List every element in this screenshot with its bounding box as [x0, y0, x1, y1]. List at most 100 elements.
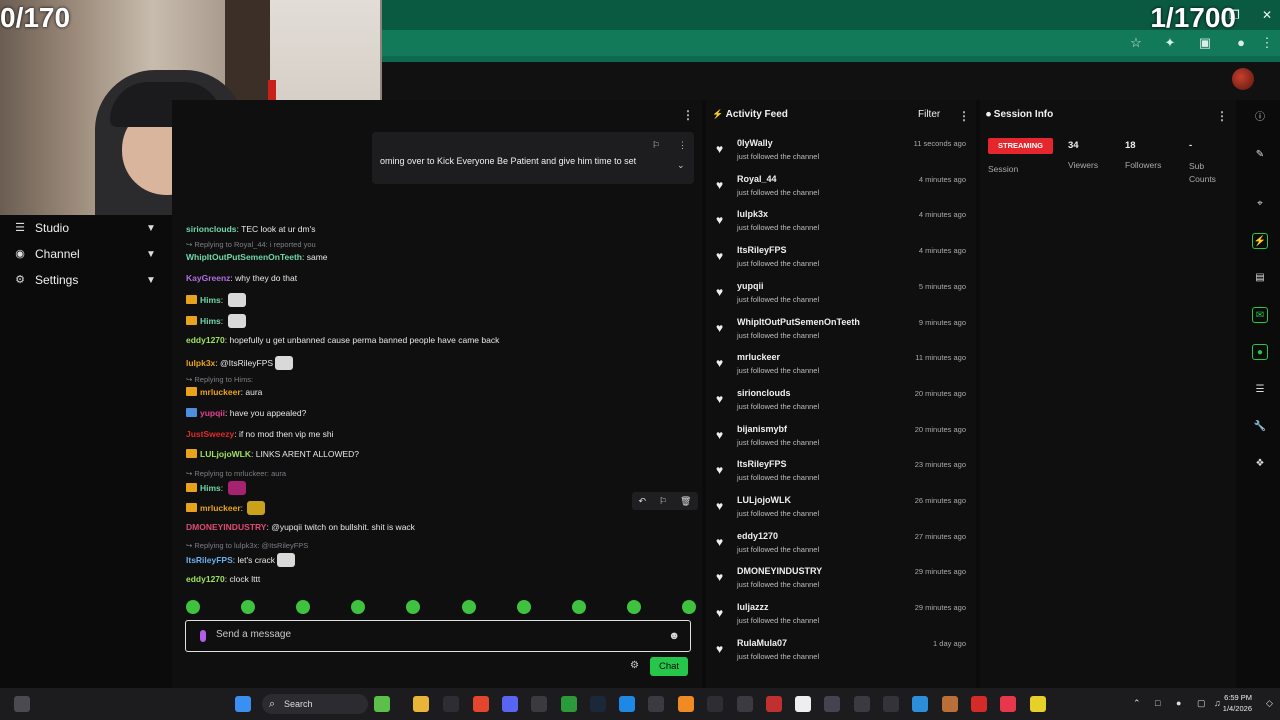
chat-username[interactable]: DMONEYINDUSTRY — [186, 522, 266, 532]
chat-message[interactable]: DMONEYINDUSTRY: @yupqii twitch on bullsh… — [186, 522, 415, 532]
chat-message[interactable]: ItsRileyFPS: let's crack — [186, 553, 296, 567]
activity-feed-item[interactable]: ♥ yupqii just followed the channel 5 minute… — [716, 281, 972, 315]
activity-feed-item[interactable]: ♥ luljazzz just followed the channel 29 min… — [716, 602, 972, 636]
filter-button[interactable]: Filter — [918, 109, 940, 120]
emote-icon[interactable] — [571, 600, 586, 614]
session-menu-icon[interactable]: ⋮ — [1216, 109, 1228, 123]
chat-input-box[interactable]: ☻ — [185, 620, 691, 652]
app-red-dot-icon[interactable] — [766, 696, 782, 712]
chat-username[interactable]: Hims — [200, 316, 221, 326]
xbox-icon[interactable] — [561, 696, 577, 712]
chat-message[interactable]: lulpk3x: @ItsRileyFPS — [186, 356, 294, 370]
feed-username[interactable]: ItsRileyFPS — [737, 245, 787, 255]
weather-widget-icon[interactable] — [14, 696, 30, 712]
chat-username[interactable]: mrluckeer — [200, 503, 241, 513]
app-brown-icon[interactable] — [942, 696, 958, 712]
app-pen-icon[interactable] — [707, 696, 723, 712]
chat-message[interactable]: WhipItOutPutSemenOnTeeth: same — [186, 252, 328, 262]
address-bar[interactable] — [380, 30, 1280, 56]
chat-message[interactable]: eddy1270: clock lttt — [186, 574, 260, 584]
chat-username[interactable]: lulpk3x — [186, 358, 215, 368]
reply-icon[interactable]: ↶ — [638, 496, 646, 507]
activity-feed-item[interactable]: ♥ ItsRileyFPS just followed the channel 23 … — [716, 459, 972, 493]
taskbar-clock[interactable]: 6:59 PM 1/4/2026 — [1223, 692, 1252, 714]
widgets-icon[interactable] — [374, 696, 390, 712]
chat-username[interactable]: ItsRileyFPS — [186, 555, 233, 565]
emote-icon[interactable] — [406, 600, 421, 614]
chat-message[interactable]: sirionclouds: TEC look at ur dm's — [186, 224, 316, 234]
feed-username[interactable]: eddy1270 — [737, 531, 778, 541]
delete-icon[interactable]: 🗑 — [680, 496, 691, 507]
chat-message[interactable]: LULjojoWLK: LINKS ARENT ALLOWED? — [186, 449, 359, 459]
pinned-message[interactable]: ⚐ ⋮ oming over to Kick Everyone Be Patie… — [372, 132, 694, 184]
chat-username[interactable]: Hims — [200, 295, 221, 305]
emote-icon[interactable] — [461, 600, 476, 614]
app-ak-icon[interactable] — [854, 696, 870, 712]
chat-message[interactable]: yupqii: have you appealed? — [186, 408, 306, 418]
feed-username[interactable]: Royal_44 — [737, 174, 777, 184]
emote-icon[interactable] — [351, 600, 366, 614]
display-tray-icon[interactable]: ▢ — [1197, 698, 1206, 709]
pencil-icon[interactable]: ✎ — [1252, 147, 1268, 163]
app-white-icon[interactable] — [795, 696, 811, 712]
activity-feed-item[interactable]: ♥ sirionclouds just followed the channel 20… — [716, 388, 972, 422]
chat-username[interactable]: LULjojoWLK — [200, 449, 251, 459]
chevron-down-icon[interactable]: ⌄ — [677, 160, 685, 171]
extensions-icon[interactable]: ✦ — [1161, 34, 1179, 52]
emote-icon[interactable] — [296, 600, 311, 614]
pin-icon[interactable]: ⚐ — [652, 140, 660, 151]
app-yellow-icon[interactable] — [1030, 696, 1046, 712]
clipboard-icon[interactable]: ▤ — [1252, 270, 1268, 286]
activity-feed-item[interactable]: ♥ DMONEYINDUSTRY just followed the channel… — [716, 566, 972, 600]
feed-username[interactable]: yupqii — [737, 281, 764, 291]
store-icon[interactable] — [443, 696, 459, 712]
chat-username[interactable]: eddy1270 — [186, 574, 225, 584]
feed-username[interactable]: mrluckeer — [737, 352, 780, 362]
feed-username[interactable]: ItsRileyFPS — [737, 459, 787, 469]
feed-username[interactable]: bijanismybf — [737, 424, 787, 434]
activity-bolt-icon[interactable]: ⚡ — [1252, 233, 1268, 249]
chat-username[interactable]: WhipItOutPutSemenOnTeeth — [186, 252, 302, 262]
chrome-icon[interactable] — [473, 696, 489, 712]
activity-feed-item[interactable]: ♥ Royal_44 just followed the channel 4 minu… — [716, 174, 972, 208]
epic-games-icon[interactable] — [531, 696, 547, 712]
activity-feed-item[interactable]: ♥ RulaMula07 just followed the channel 1 da… — [716, 638, 972, 672]
user-avatar[interactable] — [1232, 68, 1254, 90]
feed-username[interactable]: sirionclouds — [737, 388, 791, 398]
file-explorer-icon[interactable] — [413, 696, 429, 712]
chat-message[interactable]: mrluckeer: — [186, 501, 266, 515]
pinned-menu-icon[interactable]: ⋮ — [678, 140, 687, 151]
steam-icon[interactable] — [590, 696, 606, 712]
feed-username[interactable]: luljazzz — [737, 602, 769, 612]
activity-feed-item[interactable]: ♥ 0lyWally just followed the channel 11 sec… — [716, 138, 972, 172]
emote-icon[interactable] — [681, 600, 696, 614]
emote-icon[interactable] — [516, 600, 531, 614]
chat-send-button[interactable]: Chat — [650, 657, 688, 676]
feed-username[interactable]: RulaMula07 — [737, 638, 787, 648]
feed-username[interactable]: 0lyWally — [737, 138, 773, 148]
app-red-icon[interactable] — [971, 696, 987, 712]
nav-item-channel[interactable]: ◉ Channel ▼ — [0, 241, 172, 267]
app-gray-icon[interactable] — [824, 696, 840, 712]
browser-tab-strip[interactable] — [380, 0, 1280, 30]
music-app-icon[interactable] — [1000, 696, 1016, 712]
emote-icon[interactable] — [626, 600, 641, 614]
activity-menu-icon[interactable]: ⋮ — [958, 109, 970, 123]
emoji-picker-icon[interactable]: ☻ — [668, 630, 680, 642]
activity-feed-item[interactable]: ♥ ItsRileyFPS just followed the channel 4 m… — [716, 245, 972, 279]
chat-message[interactable]: Hims: — [186, 314, 246, 328]
taskbar-search[interactable]: Search — [262, 694, 368, 714]
bookmark-star-icon[interactable]: ☆ — [1127, 34, 1145, 52]
obs-icon[interactable] — [737, 696, 753, 712]
discord-icon[interactable] — [502, 696, 518, 712]
chat-username[interactable]: yupqii — [200, 408, 225, 418]
chat-username[interactable]: eddy1270 — [186, 335, 225, 345]
app-tools-icon[interactable] — [883, 696, 899, 712]
activity-feed-item[interactable]: ♥ bijanismybf just followed the channel 20 … — [716, 424, 972, 458]
profile-avatar-icon[interactable]: ● — [1232, 34, 1250, 52]
chat-username[interactable]: mrluckeer — [200, 387, 241, 397]
chat-message[interactable]: mrluckeer: aura — [186, 387, 262, 397]
close-icon[interactable]: ✕ — [1262, 8, 1272, 22]
emote-icon[interactable] — [241, 600, 256, 614]
pin-message-icon[interactable]: ⚐ — [659, 496, 667, 507]
